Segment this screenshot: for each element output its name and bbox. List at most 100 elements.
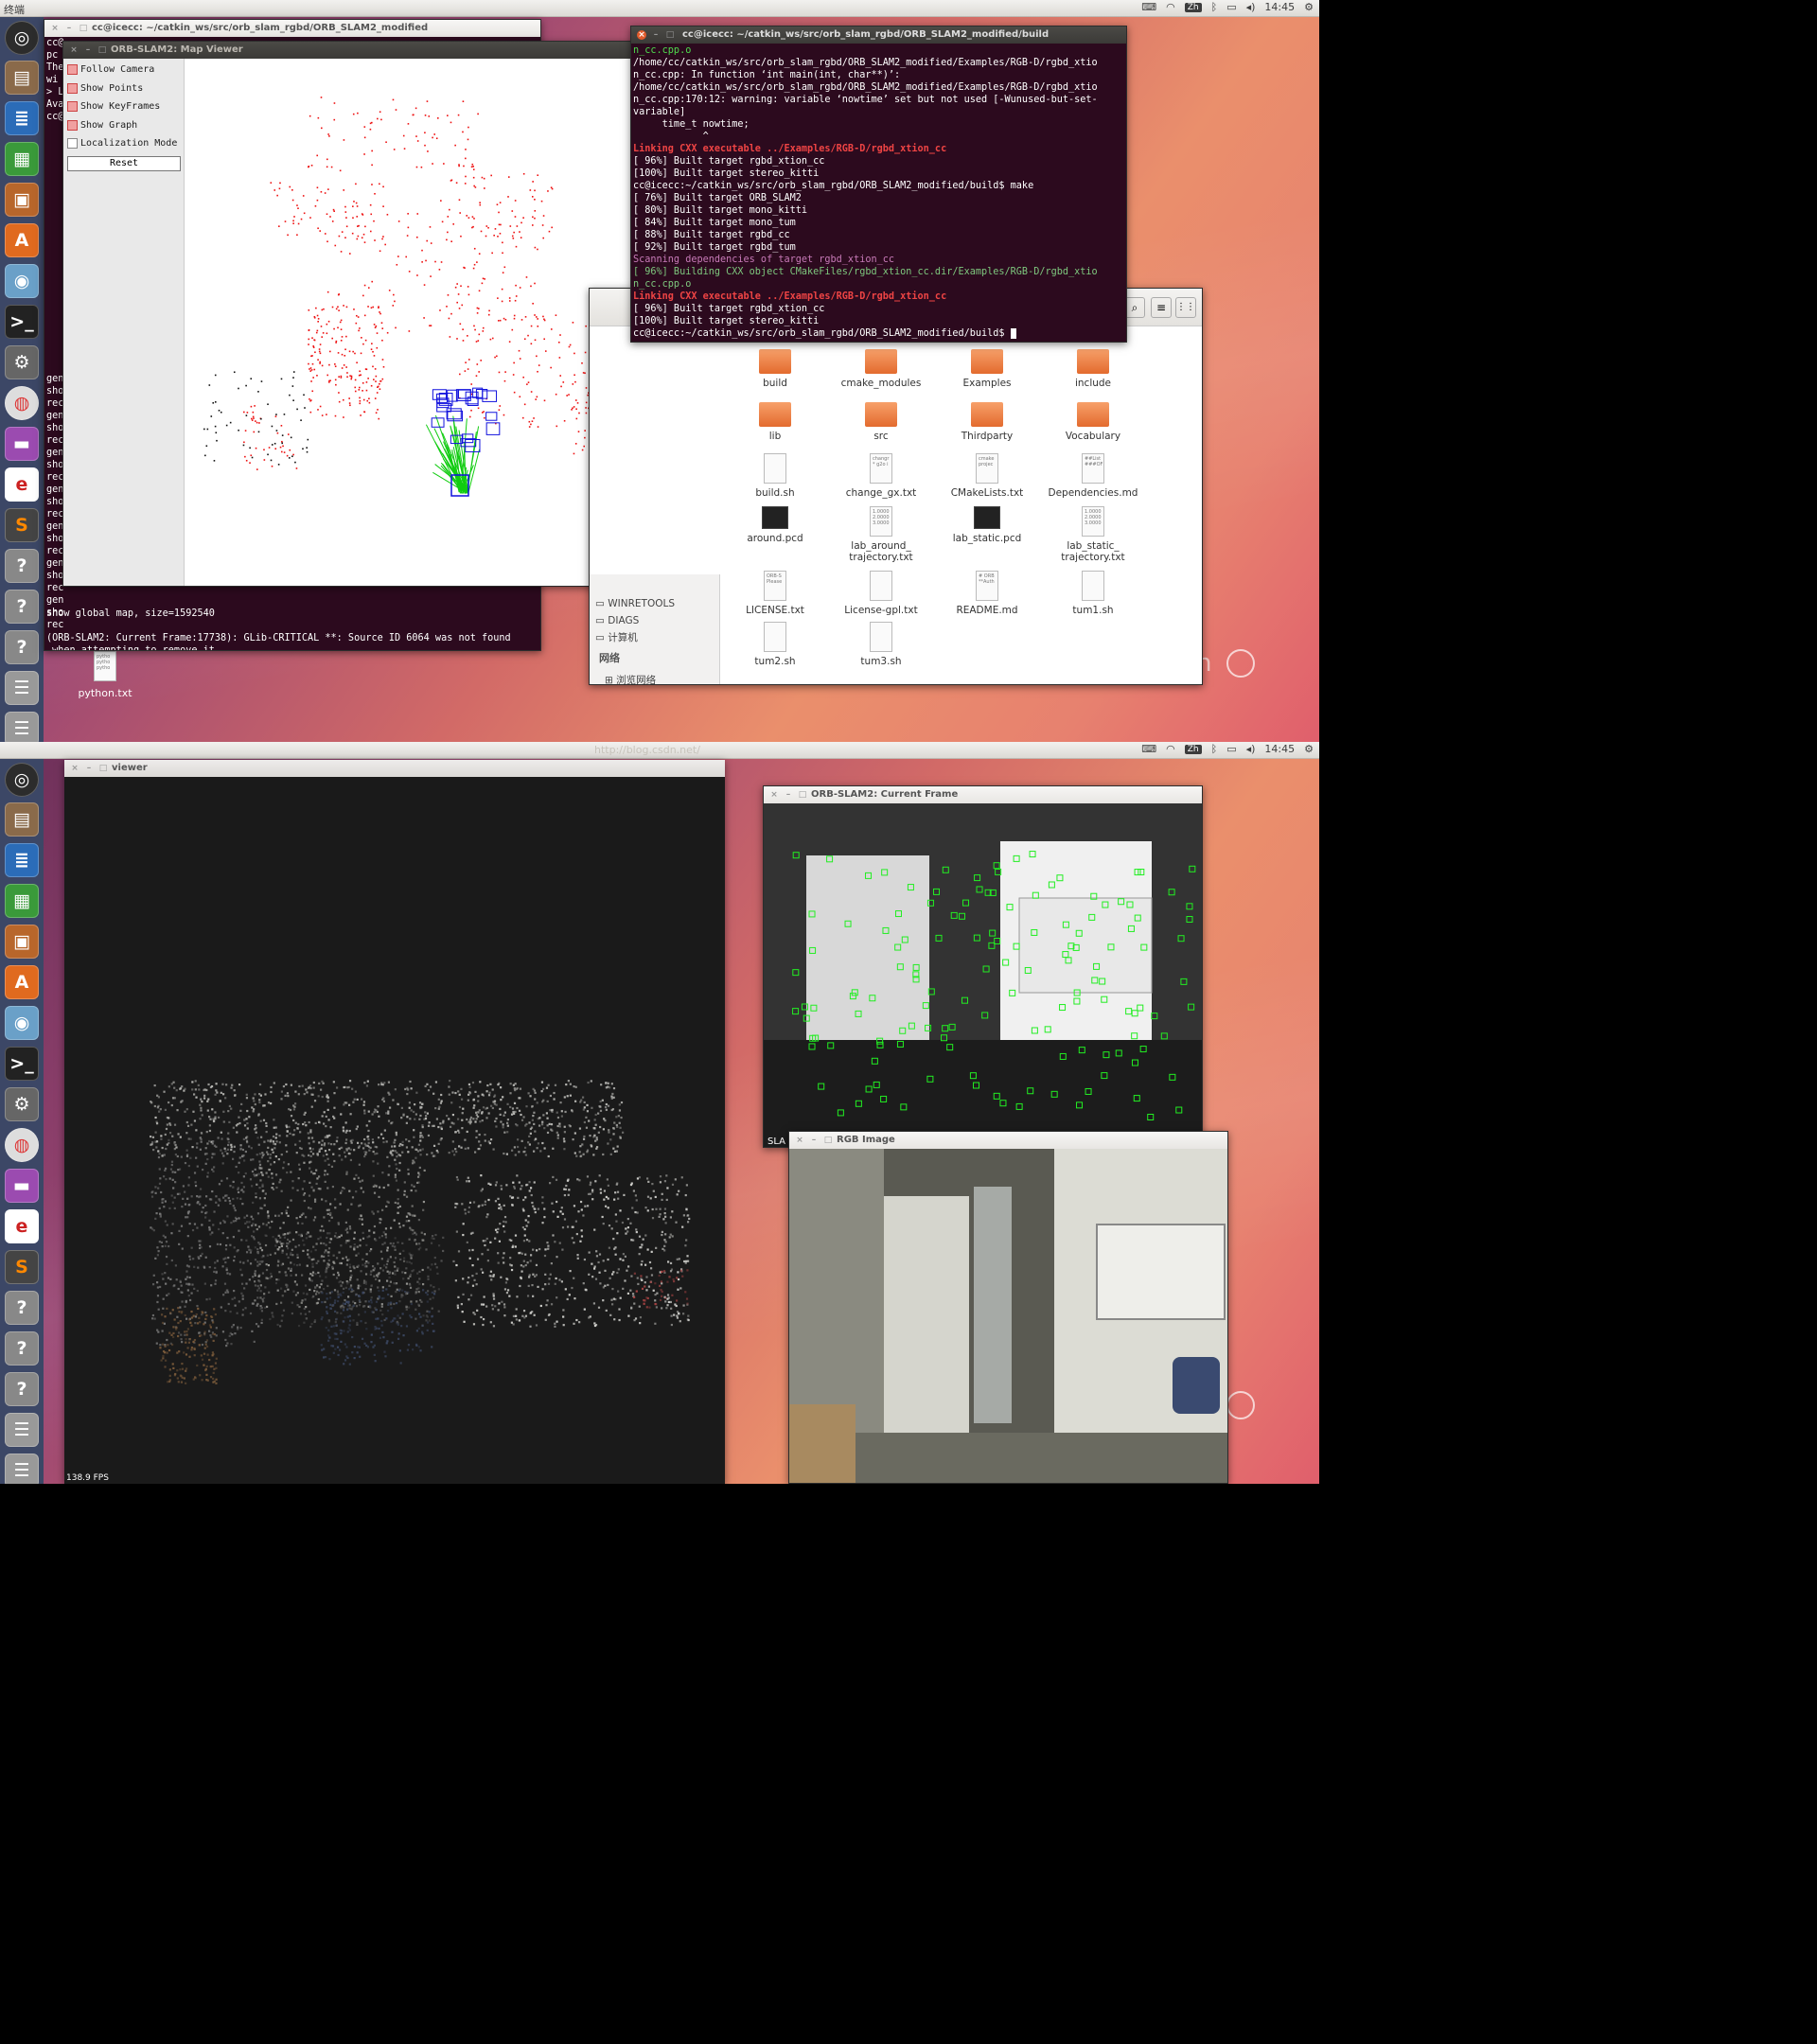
desktop-file-python[interactable]: pytho pytho pytho python.txt <box>76 651 134 699</box>
terminal-icon[interactable]: >_ <box>5 1047 39 1081</box>
sidebar-item[interactable]: ▭ 计算机 <box>595 629 675 646</box>
writer-icon[interactable]: ≣ <box>5 843 39 877</box>
file-item[interactable]: Examples <box>938 349 1036 389</box>
titlebar[interactable]: × – □ RGB Image <box>789 1132 1227 1149</box>
checkbox[interactable] <box>67 82 78 94</box>
chrome-icon[interactable]: ◍ <box>5 386 39 420</box>
unknown-app-icon[interactable]: ? <box>5 549 39 583</box>
ubuntu-dash-icon[interactable]: ◎ <box>5 763 39 797</box>
unknown-app-icon[interactable]: ? <box>5 1331 39 1366</box>
sublime-icon[interactable]: S <box>5 1250 39 1284</box>
ime-indicator[interactable]: Zh <box>1184 744 1202 754</box>
clock[interactable]: 14:45 <box>1264 1 1295 13</box>
terminal-output[interactable]: n_cc.cpp.o/home/cc/catkin_ws/src/orb_sla… <box>631 44 1126 342</box>
file-item[interactable]: Thirdparty <box>938 402 1036 442</box>
file-item[interactable]: src <box>832 402 930 442</box>
option-localization-mode[interactable]: Localization Mode <box>67 138 177 149</box>
trash-icon[interactable]: ☰ <box>5 1454 39 1484</box>
chrome-icon[interactable]: ◍ <box>5 1128 39 1162</box>
maximize-icon[interactable]: □ <box>823 1136 833 1145</box>
workspace-icon[interactable]: ☰ <box>5 671 39 705</box>
file-item[interactable]: around.pcd <box>726 506 824 544</box>
file-item[interactable]: Vocabulary <box>1044 402 1142 442</box>
calc-icon[interactable]: ▦ <box>5 142 39 176</box>
close-icon[interactable]: × <box>50 24 60 33</box>
close-icon[interactable]: × <box>637 30 646 40</box>
file-item[interactable]: License-gpl.txt <box>832 571 930 616</box>
unknown-app-icon[interactable]: ? <box>5 630 39 664</box>
impress-icon[interactable]: ▣ <box>5 183 39 217</box>
keyboard-icon[interactable]: ⌨ <box>1141 1 1156 13</box>
checkbox[interactable] <box>67 119 78 131</box>
file-item[interactable]: tum3.sh <box>832 622 930 667</box>
search-icon[interactable]: ⌕ <box>1124 297 1145 318</box>
minimize-icon[interactable]: – <box>651 30 661 40</box>
close-icon[interactable]: × <box>69 45 79 55</box>
file-item[interactable]: lib <box>726 402 824 442</box>
minimize-icon[interactable]: – <box>83 45 93 55</box>
rgb-image-window[interactable]: × – □ RGB Image <box>788 1131 1228 1484</box>
maximize-icon[interactable]: □ <box>665 30 675 40</box>
file-item[interactable]: cmake_modules <box>832 349 930 389</box>
minimize-icon[interactable]: – <box>84 764 94 773</box>
terminal-window-build[interactable]: × – □ cc@icecc: ~/catkin_ws/src/orb_slam_r… <box>630 26 1127 343</box>
unknown-app-icon[interactable]: ? <box>5 590 39 624</box>
unknown-app-icon[interactable]: ? <box>5 1372 39 1406</box>
file-item[interactable]: changr * g2o i change_gx.txt <box>832 453 930 499</box>
purple-app-icon[interactable]: ▬ <box>5 427 39 461</box>
file-item[interactable]: tum2.sh <box>726 622 824 667</box>
file-item[interactable]: tum1.sh <box>1044 571 1142 616</box>
maximize-icon[interactable]: □ <box>97 45 107 55</box>
disk-icon[interactable]: ◉ <box>5 1006 39 1040</box>
files-icon[interactable]: ▤ <box>5 802 39 837</box>
battery-icon[interactable]: ▭ <box>1226 743 1236 755</box>
sidebar-item-network[interactable]: ⊞ 浏览网络 <box>605 673 656 684</box>
file-manager-window[interactable]: ⌕ ≡ ⋮⋮ ▭ WINRETOOLS ▭ DIAGS ▭ 计算机 网络 ⊞ 浏览网… <box>589 288 1203 685</box>
maximize-icon[interactable]: □ <box>98 764 108 773</box>
gear-icon[interactable]: ⚙ <box>1304 1 1314 13</box>
battery-icon[interactable]: ▭ <box>1226 1 1236 13</box>
ubuntu-dash-icon[interactable]: ◎ <box>5 21 39 55</box>
evince-icon[interactable]: e <box>5 1209 39 1243</box>
close-icon[interactable]: × <box>70 764 79 773</box>
unknown-app-icon[interactable]: ? <box>5 1291 39 1325</box>
checkbox[interactable] <box>67 138 78 149</box>
minimize-icon[interactable]: – <box>784 790 793 800</box>
minimize-icon[interactable]: – <box>809 1136 819 1145</box>
file-item[interactable]: cmake projec CMakeLists.txt <box>938 453 1036 499</box>
sidebar-item[interactable]: ▭ DIAGS <box>595 612 675 629</box>
settings-icon[interactable]: ⚙ <box>5 1087 39 1121</box>
disk-icon[interactable]: ◉ <box>5 264 39 298</box>
reset-button[interactable]: Reset <box>67 156 181 171</box>
list-view-icon[interactable]: ≡ <box>1151 297 1172 318</box>
trash-icon[interactable]: ☰ <box>5 712 39 742</box>
file-item[interactable]: 1.0000 2.0000 3.0000 lab_static_ trajecto… <box>1044 506 1142 563</box>
titlebar[interactable]: × – □ viewer <box>64 760 725 777</box>
volume-icon[interactable]: ◂) <box>1246 1 1256 13</box>
titlebar[interactable]: × – □ cc@icecc: ~/catkin_ws/src/orb_slam_r… <box>631 26 1126 44</box>
purple-app-icon[interactable]: ▬ <box>5 1169 39 1203</box>
checkbox[interactable] <box>67 101 78 112</box>
sidebar-item[interactable]: ▭ WINRETOOLS <box>595 595 675 612</box>
clock[interactable]: 14:45 <box>1264 743 1295 755</box>
volume-icon[interactable]: ◂) <box>1246 743 1256 755</box>
checkbox[interactable] <box>67 64 78 75</box>
terminal-icon[interactable]: >_ <box>5 305 39 339</box>
minimize-icon[interactable]: – <box>64 24 74 33</box>
settings-icon[interactable]: ⚙ <box>5 345 39 379</box>
keyboard-icon[interactable]: ⌨ <box>1141 743 1156 755</box>
bluetooth-icon[interactable]: ᛒ <box>1211 1 1218 13</box>
file-item[interactable]: ##List ###OF Dependencies.md <box>1044 453 1142 499</box>
file-item[interactable]: # ORB **Auth README.md <box>938 571 1036 616</box>
maximize-icon[interactable]: □ <box>798 790 807 800</box>
option-show-graph[interactable]: Show Graph <box>67 119 137 131</box>
close-icon[interactable]: × <box>769 790 779 800</box>
titlebar[interactable]: × – □ cc@icecc: ~/catkin_ws/src/orb_slam_r… <box>44 20 540 37</box>
software-center-icon[interactable]: A <box>5 223 39 257</box>
option-show-keyframes[interactable]: Show KeyFrames <box>67 101 160 112</box>
titlebar[interactable]: × – □ ORB-SLAM2: Current Frame <box>764 786 1202 803</box>
ime-indicator[interactable]: Zh <box>1184 2 1202 12</box>
pointcloud-canvas[interactable] <box>64 777 725 1484</box>
sublime-icon[interactable]: S <box>5 508 39 542</box>
file-item[interactable]: build <box>726 349 824 389</box>
